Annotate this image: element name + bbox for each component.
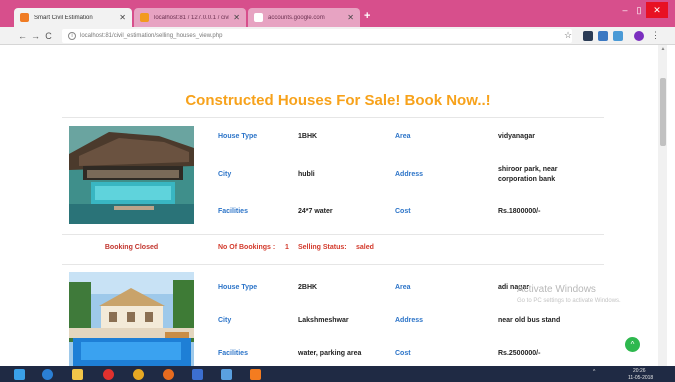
notepad-icon[interactable] bbox=[221, 369, 232, 380]
firefox-icon[interactable] bbox=[163, 369, 174, 380]
address-value: near old bus stand bbox=[498, 317, 561, 324]
tab-smart-civil-estimation[interactable]: Smart Civil Estimation ✕ bbox=[14, 8, 132, 27]
tab-label: localhost:81 / 127.0.0.1 / civil_es bbox=[154, 14, 230, 21]
house-type-value: 2BHK bbox=[298, 284, 318, 291]
house-image bbox=[69, 126, 194, 224]
cost-label: Cost bbox=[395, 208, 411, 215]
tab-phpmyadmin[interactable]: localhost:81 / 127.0.0.1 / civil_es ✕ bbox=[134, 8, 246, 27]
close-window-button[interactable]: ✕ bbox=[646, 2, 668, 18]
house-type-label: House Type bbox=[218, 284, 258, 291]
cost-label: Cost bbox=[395, 350, 411, 357]
minimize-button[interactable]: – bbox=[618, 2, 632, 18]
new-tab-button[interactable]: + bbox=[364, 10, 370, 22]
activate-windows-subtext: Go to PC settings to activate Windows. bbox=[517, 298, 621, 304]
site-favicon-icon bbox=[20, 13, 29, 22]
no-of-bookings-label: No Of Bookings : bbox=[218, 244, 276, 251]
windows-start-icon[interactable] bbox=[14, 369, 25, 380]
house-type-value: 1BHK bbox=[298, 133, 318, 140]
forward-icon[interactable]: → bbox=[29, 31, 42, 41]
xampp-icon[interactable] bbox=[250, 369, 261, 380]
cost-value: Rs.1800000/- bbox=[498, 208, 541, 215]
city-label: City bbox=[218, 171, 232, 178]
clock-date[interactable]: 11-05-2018 bbox=[628, 375, 653, 381]
clock-time[interactable]: 20:26 bbox=[633, 368, 646, 374]
divider bbox=[62, 264, 604, 265]
tab-label: accounts.google.com bbox=[268, 14, 325, 21]
selling-status-value: saled bbox=[356, 244, 374, 251]
opera-icon[interactable] bbox=[103, 369, 114, 380]
reload-icon[interactable]: C bbox=[42, 31, 55, 41]
booking-closed-status: Booking Closed bbox=[104, 244, 159, 251]
scroll-up-arrow-icon[interactable]: ▲ bbox=[659, 46, 667, 52]
chrome-icon[interactable] bbox=[133, 369, 144, 380]
cost-value: Rs.2500000/- bbox=[498, 350, 541, 357]
back-icon[interactable]: ← bbox=[16, 31, 29, 41]
divider bbox=[62, 234, 604, 235]
city-label: City bbox=[218, 317, 232, 324]
google-favicon-icon bbox=[254, 13, 263, 22]
area-label: Area bbox=[395, 133, 411, 140]
selling-status-label: Selling Status: bbox=[298, 244, 347, 251]
close-tab-icon[interactable]: ✕ bbox=[119, 13, 126, 22]
browser-toolbar: ← → C i localhost:81/civil_estimation/se… bbox=[0, 27, 675, 45]
tab-label: Smart Civil Estimation bbox=[34, 14, 93, 21]
activate-windows-watermark: Activate Windows bbox=[517, 284, 596, 295]
address-text: localhost:81/civil_estimation/selling_ho… bbox=[80, 33, 223, 39]
extension-icon[interactable] bbox=[598, 31, 608, 41]
scroll-to-top-button[interactable]: ^ bbox=[625, 337, 640, 352]
close-tab-icon[interactable]: ✕ bbox=[347, 13, 354, 22]
facilities-label: Facilities bbox=[218, 208, 248, 215]
area-value: vidyanagar bbox=[498, 133, 535, 140]
tab-google-accounts[interactable]: accounts.google.com ✕ bbox=[248, 8, 360, 27]
house-image bbox=[69, 272, 194, 366]
profile-avatar[interactable] bbox=[634, 31, 644, 41]
file-explorer-icon[interactable] bbox=[72, 369, 83, 380]
menu-icon[interactable]: ⋮ bbox=[651, 30, 660, 41]
windows-taskbar bbox=[0, 366, 675, 382]
media-player-icon[interactable] bbox=[192, 369, 203, 380]
house-type-label: House Type bbox=[218, 133, 258, 140]
city-value: hubli bbox=[298, 171, 315, 178]
area-label: Area bbox=[395, 284, 411, 291]
city-value: Lakshmeshwar bbox=[298, 317, 349, 324]
maximize-button[interactable]: ▯ bbox=[632, 2, 646, 18]
page-title: Constructed Houses For Sale! Book Now..! bbox=[185, 92, 491, 109]
address-bar[interactable]: i localhost:81/civil_estimation/selling_… bbox=[62, 29, 572, 43]
star-icon[interactable]: ☆ bbox=[564, 30, 572, 41]
address-value: shiroor park, near corporation bank bbox=[498, 166, 558, 183]
edge-icon[interactable] bbox=[42, 369, 53, 380]
tray-expand-icon[interactable]: ^ bbox=[593, 369, 595, 375]
info-icon[interactable]: i bbox=[68, 32, 76, 40]
extension-icon[interactable] bbox=[613, 31, 623, 41]
facilities-label: Facilities bbox=[218, 350, 248, 357]
extension-icon[interactable] bbox=[583, 31, 593, 41]
phpmyadmin-favicon-icon bbox=[140, 13, 149, 22]
address-label: Address bbox=[395, 171, 424, 178]
facilities-value: water, parking area bbox=[298, 350, 362, 357]
scrollbar-thumb[interactable] bbox=[660, 78, 666, 146]
divider bbox=[62, 117, 604, 118]
close-tab-icon[interactable]: ✕ bbox=[233, 13, 240, 22]
address-label: Address bbox=[395, 317, 424, 324]
facilities-value: 24*7 water bbox=[298, 208, 333, 215]
no-of-bookings-value: 1 bbox=[285, 244, 289, 251]
